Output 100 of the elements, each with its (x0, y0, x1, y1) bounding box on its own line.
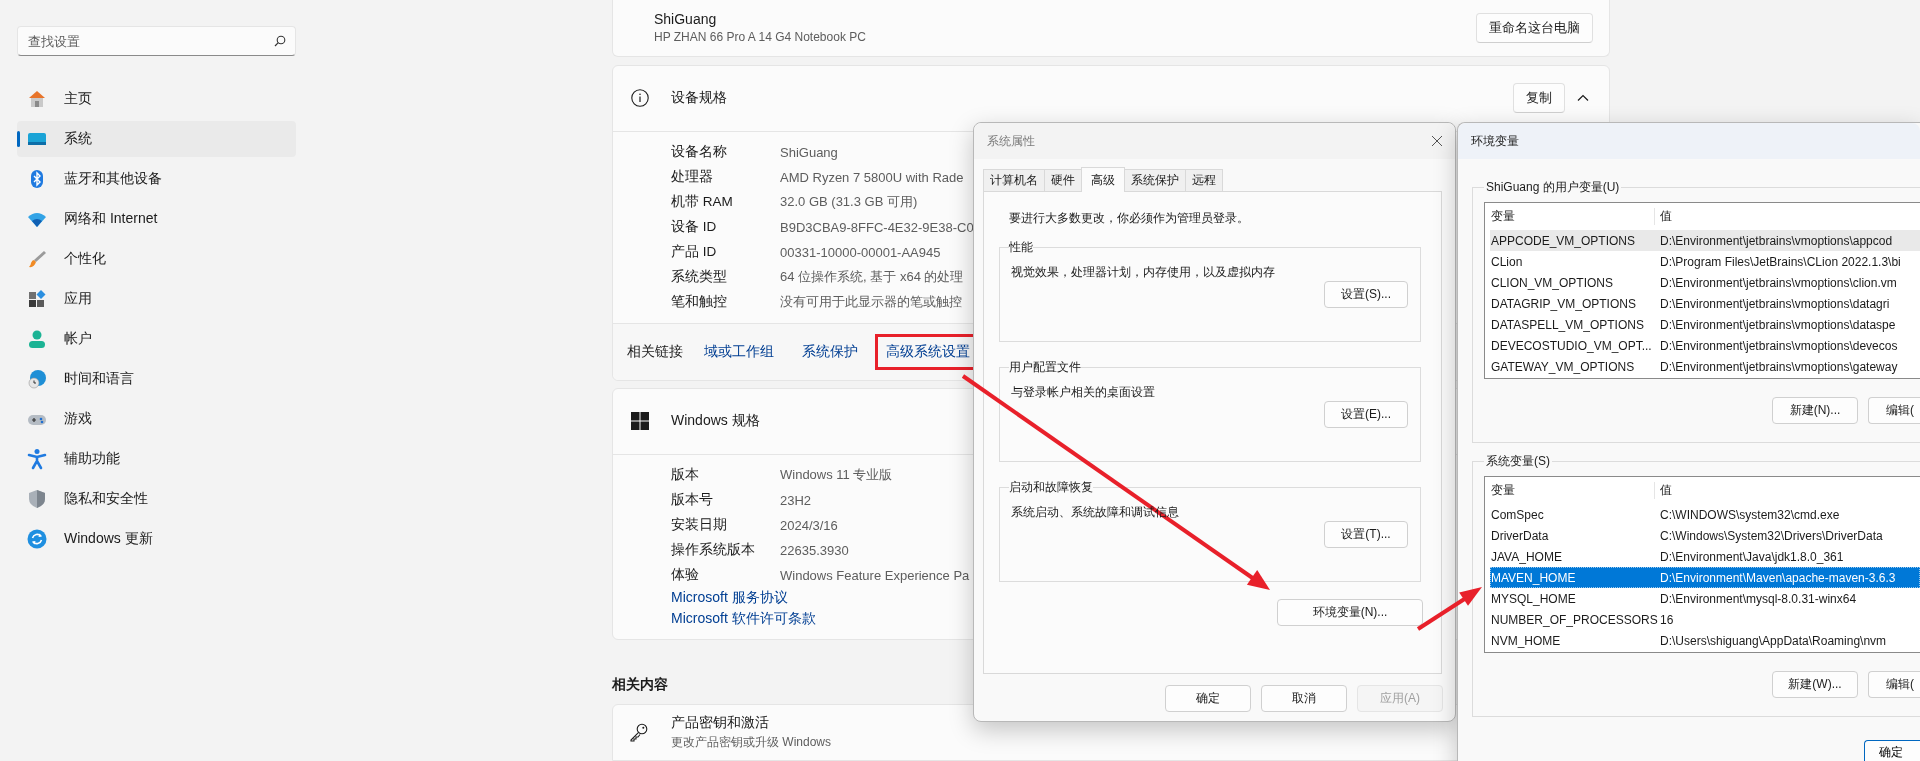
device-model: HP ZHAN 66 Pro A 14 G4 Notebook PC (654, 30, 867, 45)
new-button[interactable]: 新建(W)... (1772, 671, 1858, 698)
group-description: 视觉效果，处理器计划，内存使用，以及虚拟内存 (1011, 264, 1276, 281)
variable-name: DriverData (1490, 528, 1550, 543)
spec-value: 32.0 GB (31.3 GB 可用) (780, 193, 918, 212)
spec-value: 22635.3930 (780, 542, 849, 558)
dialog-button[interactable]: 确定 (1165, 685, 1251, 712)
sidebar-item[interactable]: 辅助功能 (17, 441, 296, 477)
list-row[interactable]: DEVECOSTUDIO_VM_OPT... D:\Environment\jetbrains\vmoptions\devecos (1490, 335, 1920, 356)
settings-button[interactable]: 设置(S)... (1324, 281, 1408, 308)
group-description: 与登录帐户相关的桌面设置 (1011, 384, 1156, 401)
rename-button[interactable]: 重命名这台电脑 (1476, 12, 1593, 43)
sidebar-item[interactable]: 帐户 (17, 321, 296, 357)
device-name: ShiGuang (654, 11, 718, 28)
copy-button[interactable]: 复制 (1513, 83, 1565, 114)
variable-list[interactable] (1484, 202, 1920, 379)
spec-value: Windows Feature Experience Pa (780, 567, 970, 583)
spec-label: 设备名称 (671, 143, 728, 162)
tab[interactable]: 远程 (1185, 169, 1223, 191)
spec-value: ShiGuang (780, 144, 838, 160)
variable-name: DEVECOSTUDIO_VM_OPT... (1490, 338, 1653, 353)
tab[interactable]: 计算机名 (983, 169, 1045, 191)
link[interactable]: 域或工作组 (693, 333, 785, 370)
list-row[interactable]: ComSpec C:\WINDOWS\system32\cmd.exe (1490, 504, 1920, 525)
edit-button[interactable]: 编辑( (1868, 671, 1920, 698)
variable-name: DATAGRIP_VM_OPTIONS (1490, 296, 1637, 311)
key-icon (629, 722, 649, 743)
spec-label: 操作系统版本 (671, 541, 756, 560)
list-row[interactable]: DATAGRIP_VM_OPTIONS D:\Environment\jetbrains\vmoptions\datagri (1490, 293, 1920, 314)
search-field[interactable]: 查找设置 (17, 26, 296, 56)
spec-value: Windows 11 专业版 (780, 466, 893, 485)
group-title: 启动和故障恢复 (1009, 479, 1093, 496)
tab[interactable]: 系统保护 (1124, 169, 1186, 191)
spec-label: 处理器 (671, 168, 714, 187)
tab[interactable]: 高级 (1081, 167, 1125, 192)
sidebar-item[interactable]: 游戏 (17, 401, 296, 437)
sidebar-item[interactable]: 隐私和安全性 (17, 481, 296, 517)
sidebar-item[interactable]: 个性化 (17, 241, 296, 277)
spec-label: 版本 (671, 466, 700, 485)
card-title: 产品密钥和激活 (671, 713, 770, 732)
list-row[interactable]: JAVA_HOME D:\Environment\Java\jdk1.8.0_361 (1490, 546, 1920, 567)
card-subtitle: 更改产品密钥或升级 Windows (671, 733, 831, 751)
globe-clock-icon (26, 368, 48, 390)
new-button[interactable]: 新建(N)... (1772, 397, 1858, 424)
sidebar-item[interactable]: 时间和语言 (17, 361, 296, 397)
link[interactable]: 系统保护 (791, 333, 869, 370)
spec-label: 产品 ID (671, 243, 718, 262)
variable-value: D:\Environment\jetbrains\vmoptions\dataspe (1659, 317, 1896, 332)
list-row[interactable]: DATASPELL_VM_OPTIONS D:\Environment\jetbrains\vmoptions\dataspe (1490, 314, 1920, 335)
sidebar-item[interactable]: 主页 (17, 81, 296, 117)
variable-value: D:\Environment\jetbrains\vmoptions\datagri (1659, 296, 1890, 311)
list-row[interactable]: DriverData C:\Windows\System32\Drivers\DriverData (1490, 525, 1920, 546)
list-row[interactable]: NUMBER_OF_PROCESSORS 16 (1490, 609, 1920, 630)
variable-list[interactable] (1484, 476, 1920, 653)
close-icon[interactable] (1431, 135, 1443, 147)
ok-button[interactable]: 确定 (1864, 740, 1920, 761)
list-row[interactable]: NVM_HOME D:\Users\shiguang\AppData\Roaming\nvm (1490, 630, 1920, 651)
dialog-button[interactable]: 取消 (1261, 685, 1347, 712)
list-row[interactable]: APPCODE_VM_OPTIONS D:\Environment\jetbrains\vmoptions\appcod (1490, 230, 1920, 251)
variable-name: MYSQL_HOME (1490, 591, 1577, 606)
column-header[interactable]: 变量 (1490, 208, 1654, 225)
variable-value: D:\Environment\Java\jdk1.8.0_361 (1659, 549, 1844, 564)
environment-variables-button[interactable]: 环境变量(N)... (1277, 599, 1423, 626)
spec-value: 没有可用于此显示器的笔或触控 (780, 293, 962, 312)
list-row[interactable]: MAVEN_HOME D:\Environment\Maven\apache-maven-3.6.3 (1490, 567, 1920, 588)
annotation-arrow (1416, 587, 1482, 631)
paintbrush-icon (26, 248, 48, 270)
variable-value: D:\Environment\mysql-8.0.31-winx64 (1659, 591, 1857, 606)
group-title: 用户配置文件 (1009, 359, 1081, 376)
variable-value: D:\Environment\jetbrains\vmoptions\gateway (1659, 359, 1898, 374)
edit-button[interactable]: 编辑( (1868, 397, 1920, 424)
sidebar-item[interactable]: 应用 (17, 281, 296, 317)
column-header[interactable]: 变量 (1490, 482, 1654, 499)
dialog-title: 环境变量 (1471, 132, 1519, 150)
sidebar-item[interactable]: 系统 (17, 121, 296, 157)
tab[interactable]: 硬件 (1044, 169, 1082, 191)
settings-button[interactable]: 设置(T)... (1324, 521, 1408, 548)
sidebar-item[interactable]: Windows 更新 (17, 521, 296, 557)
variable-value: D:\Environment\Maven\apache-maven-3.6.3 (1659, 570, 1896, 585)
column-header[interactable]: 值 (1654, 208, 1672, 225)
settings-button[interactable]: 设置(E)... (1324, 401, 1408, 428)
variable-name: CLION_VM_OPTIONS (1490, 275, 1615, 290)
refresh-icon (26, 528, 48, 550)
column-header[interactable]: 值 (1654, 482, 1672, 499)
sidebar-item[interactable]: 网络和 Internet (17, 201, 296, 237)
group-title: 性能 (1009, 239, 1033, 256)
list-row[interactable]: MYSQL_HOME D:\Environment\mysql-8.0.31-winx64 (1490, 588, 1920, 609)
list-row[interactable]: GATEWAY_VM_OPTIONS D:\Environment\jetbrains\vmoptions\gateway (1490, 356, 1920, 377)
info-icon (631, 89, 649, 108)
dialog-title: 系统属性 (987, 132, 1036, 150)
list-row[interactable]: CLION_VM_OPTIONS D:\Environment\jetbrains\vmoptions\clion.vm (1490, 272, 1920, 293)
spec-label: 版本号 (671, 491, 714, 510)
list-row[interactable]: CLion D:\Program Files\JetBrains\CLion 2022.1.3\bi (1490, 251, 1920, 272)
spec-value: 00331-10000-00001-AA945 (780, 244, 941, 260)
variable-name: MAVEN_HOME (1490, 570, 1577, 585)
sidebar-item[interactable]: 蓝牙和其他设备 (17, 161, 296, 197)
variable-name: ComSpec (1490, 507, 1545, 522)
variable-name: GATEWAY_VM_OPTIONS (1490, 359, 1636, 374)
spec-value: B9D3CBA9-8FFC-4E32-9E38-C0 (780, 219, 974, 235)
person-icon (26, 328, 48, 350)
